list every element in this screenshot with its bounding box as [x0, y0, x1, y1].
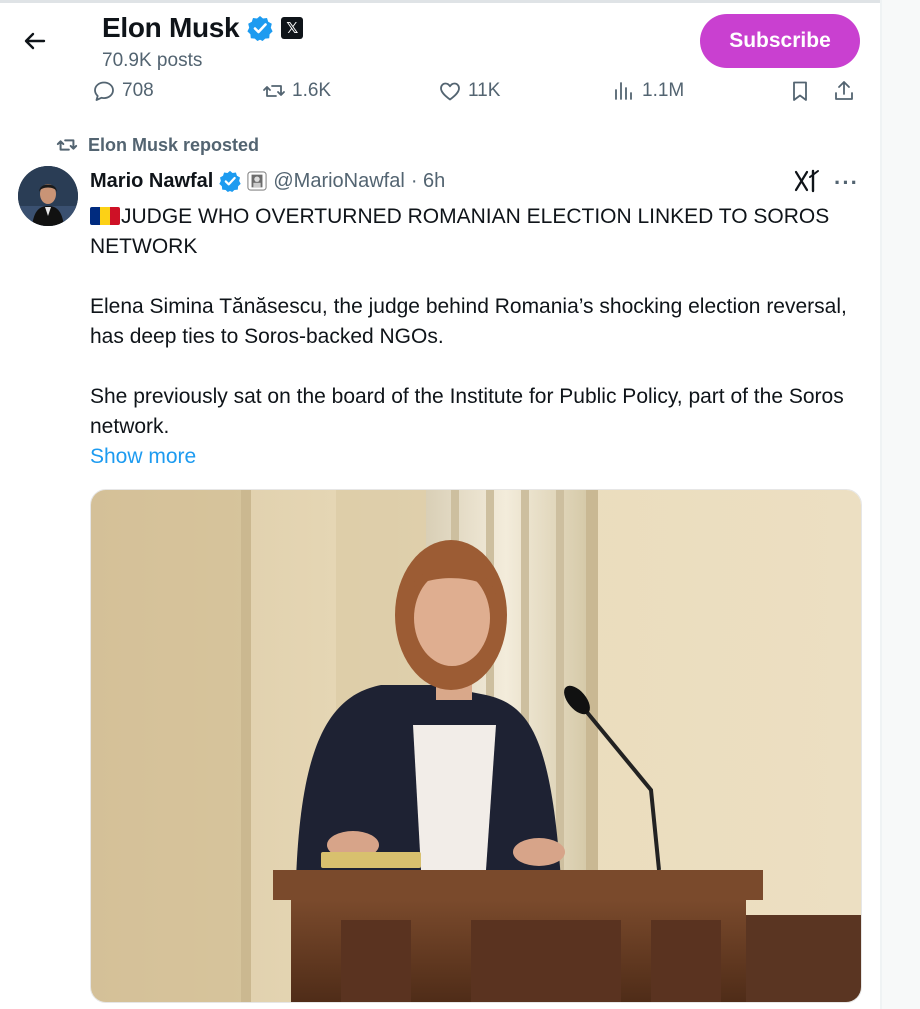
bookmark-icon	[793, 81, 807, 101]
tweet-timestamp[interactable]: · 6h	[411, 170, 445, 193]
tweet-text: JUDGE WHO OVERTURNED ROMANIAN ELECTION L…	[90, 202, 860, 472]
views-action[interactable]: 1.1M	[612, 76, 684, 106]
more-options-icon[interactable]: ···	[834, 170, 859, 196]
subscribe-button[interactable]: Subscribe	[700, 14, 860, 68]
author-avatar[interactable]	[18, 166, 78, 226]
profile-header-title: Elon Musk 𝕏	[102, 8, 304, 48]
profile-name: Elon Musk	[102, 12, 240, 43]
author-name[interactable]: Mario Nawfal	[90, 170, 213, 193]
like-action[interactable]: 11K	[438, 76, 500, 106]
reply-icon	[94, 81, 114, 101]
show-more-link[interactable]: Show more	[90, 442, 860, 472]
tweet-paragraph: Elena Simina Tănăsescu, the judge behind…	[90, 295, 847, 348]
post-count: 70.9K posts	[102, 50, 203, 71]
repost-icon	[263, 85, 285, 97]
tweet-author-line: Mario Nawfal @MarioNawfal · 6h	[90, 166, 445, 196]
verified-badge-icon	[219, 170, 242, 192]
top-border	[0, 0, 920, 3]
repost-icon	[56, 139, 78, 151]
repost-action[interactable]: 1.6K	[262, 76, 331, 106]
tweet-image[interactable]	[90, 489, 862, 1003]
grok-icon[interactable]	[793, 168, 821, 194]
verified-badge-icon	[247, 15, 273, 41]
headline-text: JUDGE WHO OVERTURNED ROMANIAN ELECTION L…	[90, 205, 830, 258]
like-count: 11K	[468, 80, 501, 101]
affiliate-badge-icon	[247, 171, 267, 191]
back-arrow-icon[interactable]	[20, 26, 50, 56]
repost-context: Elon Musk reposted	[56, 134, 259, 156]
reply-action[interactable]: 708	[92, 76, 154, 106]
tweet-paragraph: She previously sat on the board of the I…	[90, 385, 844, 438]
x-affiliate-badge-icon: 𝕏	[281, 17, 304, 39]
views-bar-chart-icon	[615, 82, 632, 100]
repost-label[interactable]: Elon Musk reposted	[88, 135, 259, 156]
view-count: 1.1M	[642, 80, 685, 101]
reply-count: 708	[122, 80, 154, 101]
share-button[interactable]	[832, 76, 856, 106]
bookmark-button[interactable]	[788, 76, 812, 106]
right-gutter	[882, 0, 920, 1009]
repost-count: 1.6K	[292, 80, 332, 101]
romania-flag-icon	[90, 204, 120, 225]
heart-icon	[440, 82, 460, 101]
share-icon	[835, 81, 853, 100]
author-handle[interactable]: @MarioNawfal	[273, 170, 404, 193]
tweet-headline: JUDGE WHO OVERTURNED ROMANIAN ELECTION L…	[90, 202, 860, 262]
